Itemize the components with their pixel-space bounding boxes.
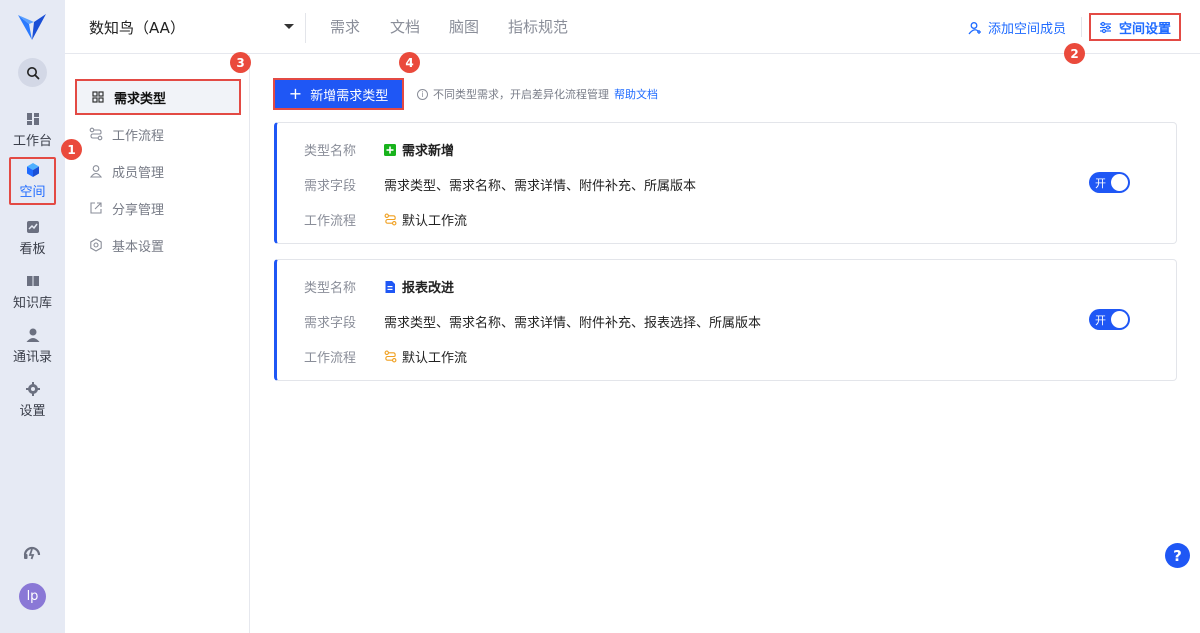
new-requirement-type-button[interactable]: + 新增需求类型 — [273, 78, 404, 110]
space-settings-button[interactable]: 空间设置 — [1089, 13, 1181, 41]
toggle-label: 开 — [1095, 314, 1106, 327]
nav-item-workflow[interactable]: 工作流程 — [75, 116, 241, 152]
rail-item-board[interactable]: 看板 — [0, 214, 65, 262]
hint-text: 不同类型需求，开启差异化流程管理 — [433, 88, 609, 101]
rail-item-label: 看板 — [19, 242, 46, 257]
type-name-value: 需求新增 — [402, 144, 455, 159]
workflow-row: 工作流程 默认工作流 — [304, 347, 467, 366]
app-logo[interactable] — [16, 12, 48, 42]
toggle-label: 开 — [1095, 177, 1106, 190]
step-badge: 4 — [399, 52, 420, 73]
board-icon — [26, 221, 39, 233]
workflow-label: 工作流程 — [304, 214, 357, 229]
nav-item-label: 分享管理 — [112, 202, 165, 218]
rail-item-workbench[interactable]: 工作台 — [0, 106, 65, 154]
nav-item-requirement-types[interactable]: 需求类型 — [75, 79, 241, 115]
type-name-label: 类型名称 — [304, 144, 357, 159]
divider — [1081, 17, 1082, 37]
fields-value: 需求类型、需求名称、需求详情、附件补充、所属版本 — [384, 179, 697, 194]
nav-item-label: 成员管理 — [112, 165, 165, 181]
workflow-value: 默认工作流 — [402, 351, 468, 366]
add-member-label: 添加空间成员 — [988, 22, 1067, 37]
requirement-type-card: 类型名称 需求新增 需求字段 需求类型、需求名称、需求详情、附件补充、所属版本 … — [274, 122, 1177, 244]
rail-item-label: 工作台 — [12, 134, 52, 149]
step-badge: 1 — [61, 139, 82, 160]
toggle-knob — [1111, 174, 1128, 191]
space-settings-label: 空间设置 — [1118, 21, 1171, 37]
type-name-row: 类型名称 需求新增 — [304, 140, 454, 159]
type-name-value: 报表改进 — [402, 281, 455, 296]
cube-icon — [26, 163, 39, 177]
settings-icon — [90, 238, 102, 252]
workflow-icon — [384, 350, 397, 363]
rail-item-contacts[interactable]: 通讯录 — [0, 322, 65, 370]
hint-text-group: i 不同类型需求，开启差异化流程管理 帮助文档 — [417, 86, 658, 102]
fields-label: 需求字段 — [304, 179, 357, 194]
dashboard-icon — [26, 113, 39, 125]
rail-item-settings[interactable]: 设置 — [0, 376, 65, 424]
workflow-label: 工作流程 — [304, 351, 357, 366]
rail-item-label: 知识库 — [12, 296, 52, 311]
main-content: + 新增需求类型 i 不同类型需求，开启差异化流程管理 帮助文档 类型名称 需求… — [251, 55, 1200, 633]
contacts-icon — [26, 328, 39, 342]
search-icon — [26, 66, 39, 79]
headset-icon[interactable] — [22, 543, 42, 563]
help-doc-link[interactable]: 帮助文档 — [614, 86, 658, 102]
fields-label: 需求字段 — [304, 316, 357, 331]
book-icon — [26, 276, 39, 286]
nav-item-label: 需求类型 — [114, 91, 167, 107]
tab-metric-spec[interactable]: 指标规范 — [508, 16, 568, 37]
workflow-icon — [384, 213, 397, 226]
nav-item-basic-settings[interactable]: 基本设置 — [75, 227, 241, 263]
step-badge: 2 — [1064, 43, 1085, 64]
grid-icon — [92, 91, 104, 103]
search-button[interactable] — [18, 58, 47, 87]
enable-toggle[interactable]: 开 — [1089, 309, 1130, 330]
rail-item-knowledge[interactable]: 知识库 — [0, 268, 65, 316]
gear-icon — [25, 382, 40, 396]
fields-row: 需求字段 需求类型、需求名称、需求详情、附件补充、报表选择、所属版本 — [304, 312, 761, 331]
rail-item-space[interactable]: 空间 — [0, 157, 65, 205]
info-icon: i — [417, 88, 428, 100]
enable-toggle[interactable]: 开 — [1089, 172, 1130, 193]
nav-item-sharing[interactable]: 分享管理 — [75, 190, 241, 226]
space-selector[interactable]: 数知鸟（AA） — [89, 17, 185, 38]
sliders-icon — [1099, 21, 1111, 33]
document-icon — [385, 280, 395, 293]
avatar[interactable]: lp — [19, 583, 46, 610]
settings-nav: 需求类型 工作流程 成员管理 分享管理 基本设置 — [65, 55, 250, 633]
type-name-label: 类型名称 — [304, 281, 357, 296]
fields-row: 需求字段 需求类型、需求名称、需求详情、附件补充、所属版本 — [304, 175, 696, 194]
step-badge: 3 — [230, 52, 251, 73]
toggle-knob — [1111, 311, 1128, 328]
divider — [305, 13, 306, 43]
plus-icon: + — [288, 84, 303, 103]
rail-item-label: 设置 — [19, 404, 46, 419]
nav-item-members[interactable]: 成员管理 — [75, 153, 241, 189]
type-name-row: 类型名称 报表改进 — [304, 277, 454, 296]
tab-mindmap[interactable]: 脑图 — [449, 16, 479, 37]
workflow-row: 工作流程 默认工作流 — [304, 210, 467, 229]
fields-value: 需求类型、需求名称、需求详情、附件补充、报表选择、所属版本 — [384, 316, 762, 331]
left-rail: 工作台 空间 看板 知识库 通讯录 设置 lp — [0, 0, 65, 633]
share-icon — [90, 202, 102, 214]
tab-requirements[interactable]: 需求 — [330, 16, 360, 37]
caret-down-icon[interactable] — [284, 24, 294, 29]
tab-documents[interactable]: 文档 — [390, 16, 420, 37]
workflow-value: 默认工作流 — [402, 214, 468, 229]
requirement-type-card: 类型名称 报表改进 需求字段 需求类型、需求名称、需求详情、附件补充、报表选择、… — [274, 259, 1177, 381]
workflow-icon — [89, 127, 103, 141]
new-button-label: 新增需求类型 — [310, 88, 389, 104]
rail-item-label: 通讯录 — [12, 350, 52, 365]
top-bar: 数知鸟（AA） 需求 文档 脑图 指标规范 添加空间成员 空间设置 — [65, 0, 1200, 54]
nav-item-label: 工作流程 — [112, 128, 165, 144]
user-icon — [89, 165, 103, 178]
nav-item-label: 基本设置 — [112, 239, 165, 255]
rail-item-label: 空间 — [19, 185, 46, 200]
add-user-icon — [968, 21, 981, 34]
help-button[interactable]: ? — [1165, 543, 1190, 568]
plus-square-icon — [384, 143, 396, 156]
add-member-button[interactable]: 添加空间成员 — [968, 18, 1066, 37]
